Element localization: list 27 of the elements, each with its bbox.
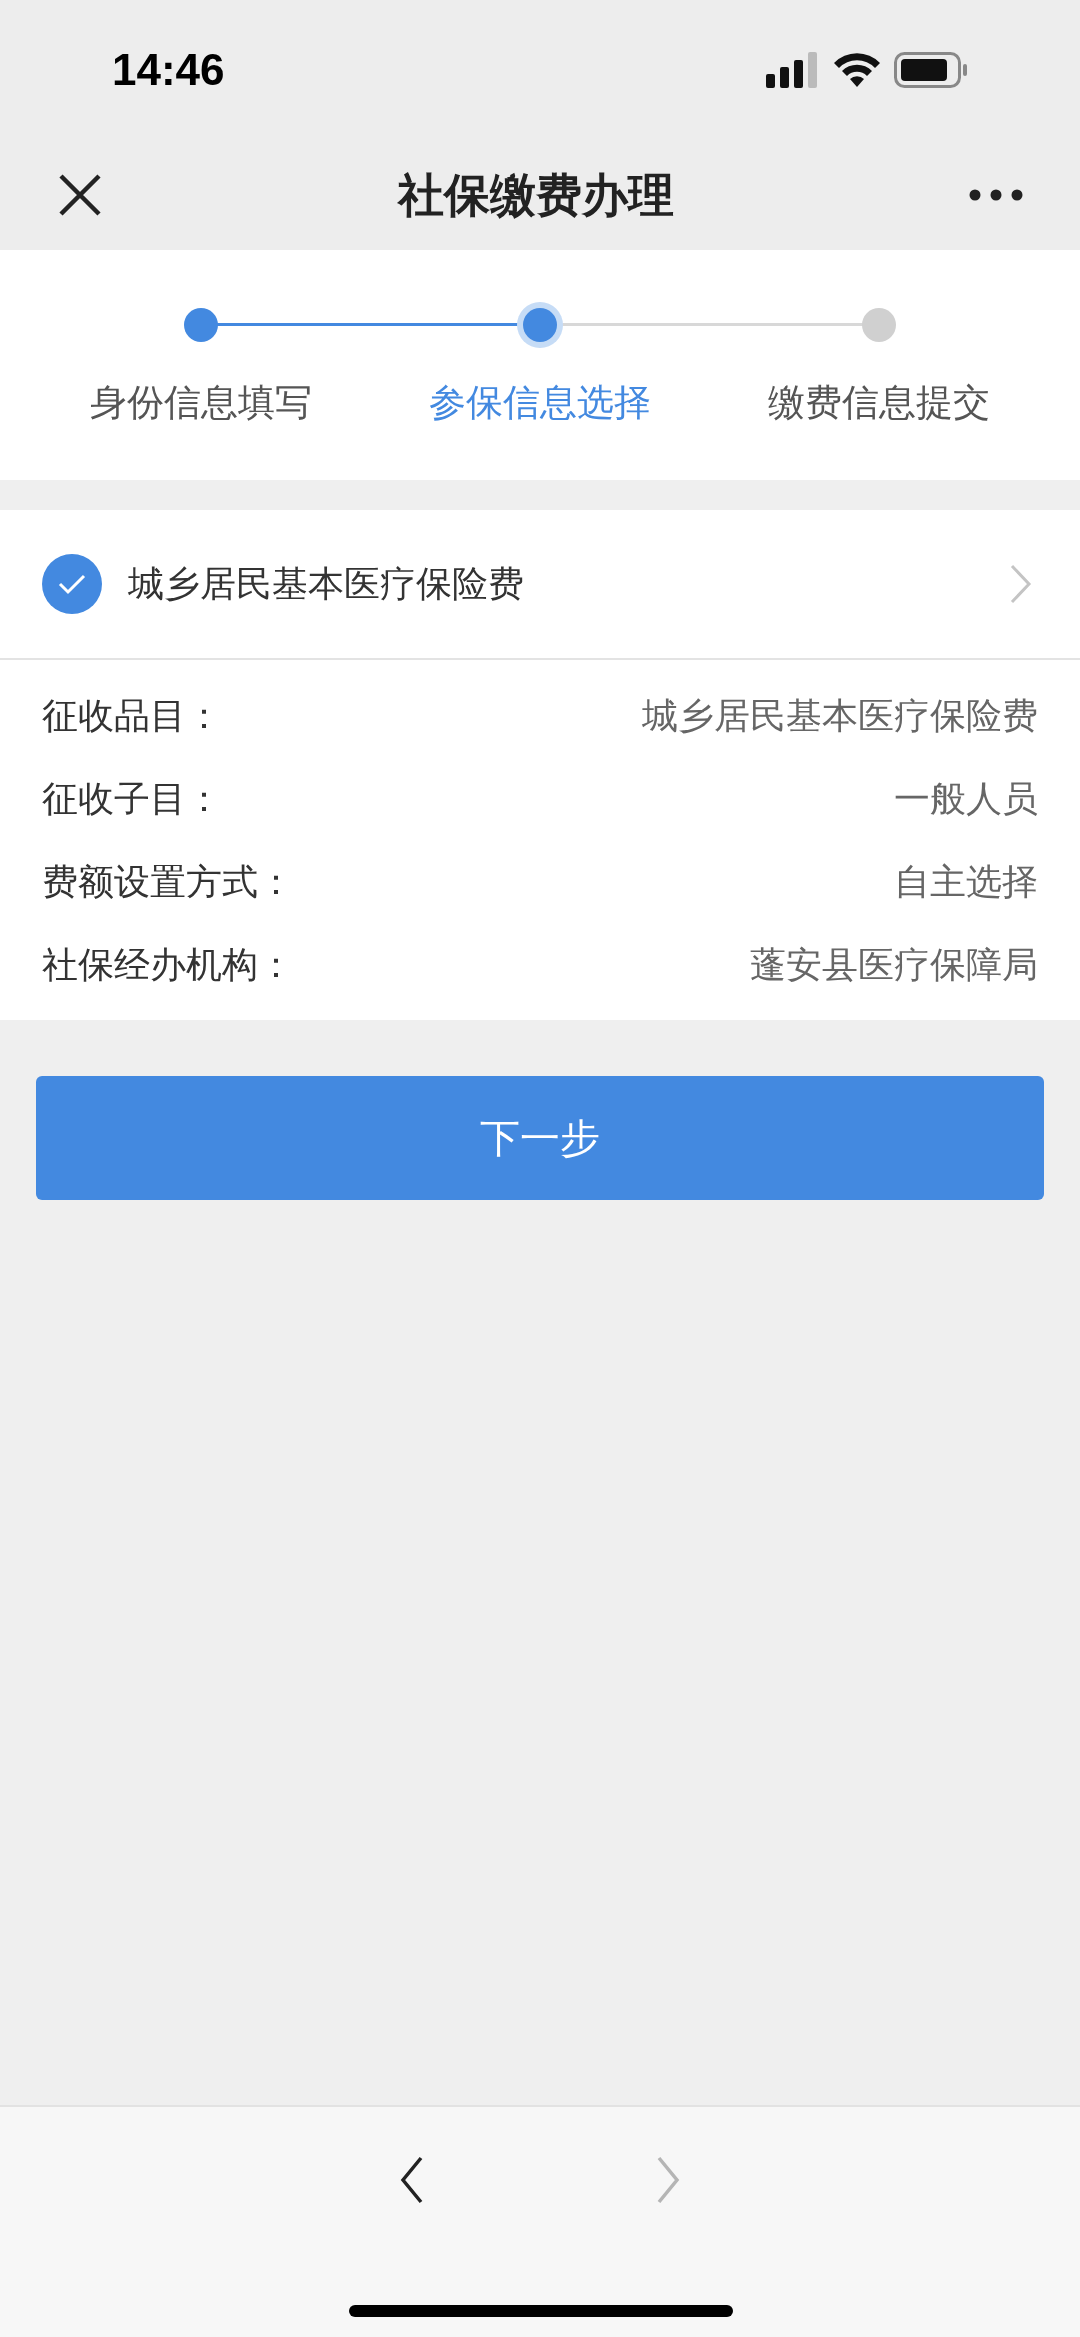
detail-label: 费额设置方式： bbox=[42, 859, 294, 904]
step-label: 身份信息填写 bbox=[90, 381, 313, 425]
step-label: 参保信息选择 bbox=[429, 381, 651, 425]
page-title: 社保缴费办理 bbox=[398, 167, 674, 223]
step-label: 缴费信息提交 bbox=[767, 381, 990, 425]
detail-value: 自主选择 bbox=[894, 859, 1038, 904]
detail-label: 征收品目： bbox=[42, 693, 222, 738]
chevron-right-icon bbox=[655, 2155, 681, 2205]
insurance-option[interactable]: 城乡居民基本医疗保险费 bbox=[0, 510, 1080, 660]
wifi-icon bbox=[834, 53, 880, 87]
battery-icon bbox=[894, 52, 968, 88]
check-icon bbox=[57, 573, 87, 595]
detail-value: 城乡居民基本医疗保险费 bbox=[642, 693, 1038, 738]
insurance-title: 城乡居民基本医疗保险费 bbox=[128, 562, 525, 606]
detail-value: 蓬安县医疗保障局 bbox=[750, 942, 1038, 987]
next-button[interactable]: 下一步 bbox=[36, 1076, 1044, 1200]
detail-label: 征收子目： bbox=[42, 776, 222, 821]
checkbox[interactable] bbox=[42, 554, 102, 614]
chevron-right-icon bbox=[1010, 564, 1032, 604]
detail-label: 社保经办机构： bbox=[42, 942, 294, 987]
more-icon bbox=[969, 189, 1023, 201]
close-icon bbox=[58, 173, 102, 217]
chevron-left-icon bbox=[399, 2155, 425, 2205]
back-button[interactable] bbox=[399, 2155, 425, 2205]
detail-value: 一般人员 bbox=[894, 776, 1038, 821]
status-time: 14:46 bbox=[112, 44, 225, 96]
signal-icon bbox=[766, 52, 820, 88]
